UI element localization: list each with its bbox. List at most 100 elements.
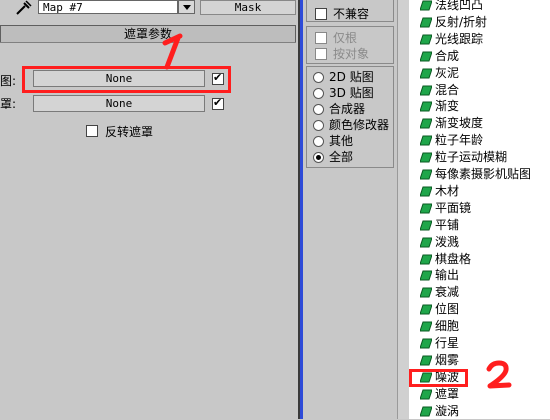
map-list-item[interactable]: 行星 (420, 335, 548, 352)
eyedropper-icon[interactable] (14, 0, 32, 16)
map-list-item[interactable]: 每像素摄影机贴图 (420, 166, 548, 183)
map-type-icon (420, 254, 432, 264)
annotation-number-1 (162, 33, 183, 70)
map-name-dropdown-button[interactable] (178, 0, 195, 14)
map-type-icon (420, 101, 432, 112)
map-type-icon (420, 118, 432, 129)
map-list-item-label: 渐变坡度 (435, 116, 484, 131)
map-list-item[interactable]: 木材 (420, 183, 548, 200)
radio-2d-maps-label: 2D 贴图 (329, 70, 374, 84)
map-list-item-label: 输出 (435, 268, 460, 283)
map-list-item-label: 每像素摄影机贴图 (435, 167, 532, 181)
map-list-item[interactable]: 衰减 (420, 284, 548, 301)
radio-3d-maps[interactable] (313, 88, 324, 99)
map-list-item-label: 衰减 (435, 285, 460, 300)
map-list-item[interactable]: 混合 (420, 82, 548, 99)
map-type-icon (420, 17, 432, 28)
radio-2d-maps[interactable] (313, 72, 324, 83)
radio-compositors[interactable] (313, 104, 324, 115)
map-list-item[interactable]: 泼溅 (420, 234, 548, 251)
map-type-icon (420, 203, 432, 214)
map-list-item[interactable]: 法线凹凸 (420, 0, 548, 14)
map-list-item-label: 遮罩 (435, 386, 460, 401)
map-type-icon (420, 68, 432, 79)
mask-row-label: 罩: (0, 97, 17, 111)
map-list-item[interactable]: 光线跟踪 (420, 31, 548, 48)
mask-slot-button[interactable]: None (33, 95, 205, 112)
map-name-field[interactable]: Map #7 (38, 0, 178, 14)
map-type-icon (420, 220, 432, 231)
map-row-label: 图: (0, 74, 17, 88)
map-list-item[interactable]: 位图 (420, 301, 548, 318)
map-list-item-label: 法线凹凸 (435, 0, 484, 12)
radio-color-modifiers[interactable] (313, 120, 324, 131)
map-list-item[interactable]: 渐变坡度 (420, 115, 548, 132)
map-list-item-label: 粒子运动模糊 (435, 150, 508, 165)
incompatible-checkbox[interactable] (315, 8, 327, 20)
by-object-checkbox[interactable] (315, 48, 327, 60)
radio-all[interactable] (313, 152, 324, 163)
map-list-item-label: 行星 (435, 336, 460, 350)
rollout-header-mask-parameters[interactable]: 遮罩参数 (0, 25, 296, 43)
map-list-item[interactable]: 反射/折射 (420, 14, 548, 31)
radio-other[interactable] (313, 136, 324, 147)
map-list-item-label: 渐变 (435, 99, 460, 114)
map-list-item[interactable]: 渐变 (420, 98, 548, 115)
map-list-item-label: 烟雾 (435, 352, 460, 367)
map-type-icon (420, 406, 432, 417)
invert-mask-checkbox[interactable] (86, 125, 98, 137)
map-list-item-label: 平面镜 (435, 200, 472, 215)
map-type-icon (420, 85, 432, 95)
map-list-item-label: 合成 (435, 48, 460, 63)
map-list-item-label: 粒子年龄 (435, 133, 484, 148)
map-type-icon (420, 389, 432, 400)
map-type-icon (420, 355, 432, 366)
panel-scroll-indicator (300, 0, 303, 419)
highlight-box-map-slot (22, 66, 231, 93)
map-type-icon (420, 338, 432, 349)
map-list-item-label: 灰泥 (435, 65, 460, 80)
map-list-item[interactable]: 合成 (420, 48, 548, 65)
list-scrollbar[interactable] (397, 0, 409, 419)
map-list-item[interactable]: 漩涡 (420, 403, 548, 420)
map-list-item-label: 位图 (435, 302, 460, 317)
map-type-icon (420, 169, 432, 180)
invert-mask-label: 反转遮罩 (105, 125, 154, 139)
map-type-icon (420, 287, 432, 298)
radio-compositors-label: 合成器 (329, 102, 366, 116)
mask-enable-checkbox[interactable] (212, 96, 224, 110)
map-list-item[interactable]: 平铺 (420, 217, 548, 234)
map-list-item[interactable]: 输出 (420, 267, 548, 284)
map-list-item-label: 光线跟踪 (435, 31, 484, 46)
map-list-item[interactable]: 粒子年龄 (420, 132, 548, 149)
map-type-icon (420, 237, 432, 248)
root-only-label: 仅根 (333, 31, 358, 45)
map-type-icon (420, 135, 432, 146)
map-type-button[interactable]: Mask (200, 0, 296, 15)
map-type-icon (420, 186, 432, 197)
map-type-icon (420, 304, 432, 315)
map-type-icon (420, 321, 432, 332)
map-type-icon (420, 152, 432, 163)
map-type-icon (420, 270, 432, 281)
map-type-icon (420, 51, 432, 62)
radio-color-modifiers-label: 颜色修改器 (329, 118, 390, 132)
map-list-item[interactable]: 细胞 (420, 318, 548, 335)
map-type-icon (420, 34, 432, 45)
map-list-item-label: 平铺 (435, 217, 460, 232)
radio-3d-maps-label: 3D 贴图 (329, 86, 374, 100)
map-list-item-label: 棋盘格 (435, 251, 472, 266)
map-list-item-label: 木材 (435, 183, 460, 198)
map-list-item[interactable]: 棋盘格 (420, 251, 548, 268)
map-parameters-panel (0, 0, 298, 419)
map-list-item-label: 反射/折射 (435, 14, 488, 29)
radio-other-label: 其他 (329, 134, 354, 148)
map-list-item[interactable]: 粒子运动模糊 (420, 149, 548, 166)
map-list-item[interactable]: 灰泥 (420, 65, 548, 82)
by-object-label: 按对象 (333, 47, 370, 61)
map-type-icon (420, 0, 432, 11)
map-list-item-label: 混合 (435, 82, 460, 97)
map-list-item[interactable]: 平面镜 (420, 200, 548, 217)
root-only-checkbox[interactable] (315, 32, 327, 44)
map-list-item-label: 漩涡 (435, 403, 460, 418)
